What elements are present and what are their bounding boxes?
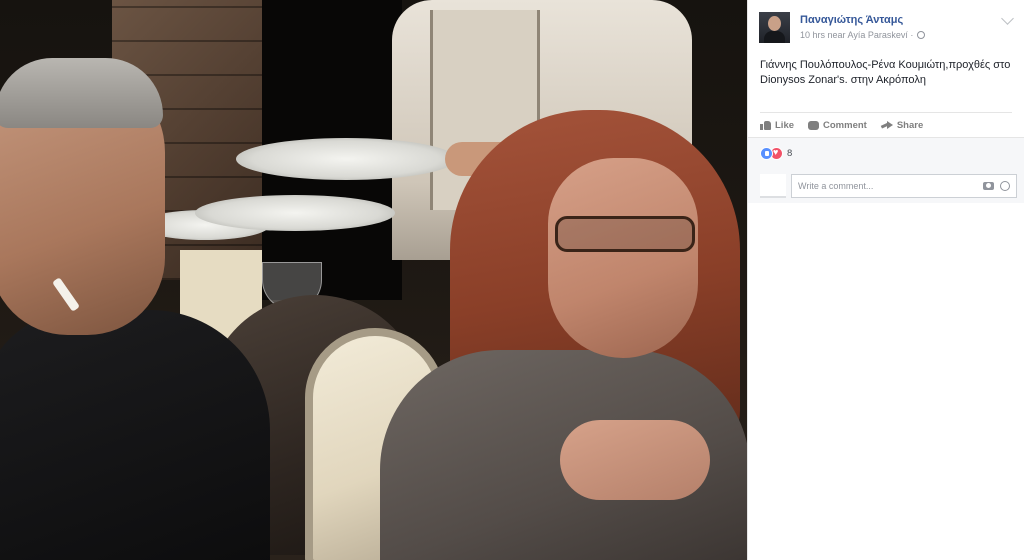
photo-man-body: [0, 310, 270, 560]
camera-icon[interactable]: [983, 182, 994, 190]
thumbs-up-icon: [760, 120, 771, 130]
post-timestamp-location[interactable]: 10 hrs near Ayía Paraskeví ·: [800, 30, 913, 40]
emoji-icon[interactable]: [1000, 181, 1010, 191]
comment-button[interactable]: Comment: [808, 120, 867, 131]
author-name-link[interactable]: Παναγιώτης Άνταμς: [800, 14, 903, 26]
reaction-count: 8: [787, 148, 793, 159]
post-photo[interactable]: [0, 0, 747, 560]
chevron-down-icon[interactable]: [1001, 12, 1014, 25]
comment-box[interactable]: [791, 174, 1017, 198]
post-sidebar: Παναγιώτης Άνταμς 10 hrs near Ayía Paras…: [747, 0, 1024, 560]
comment-icon: [808, 120, 820, 130]
like-button[interactable]: Like: [760, 120, 794, 131]
photo-woman-face: [548, 158, 698, 358]
photo-man-hair: [0, 58, 163, 128]
author-avatar[interactable]: [759, 12, 790, 43]
share-label: Share: [896, 119, 924, 131]
post-meta: 10 hrs near Ayía Paraskeví ·: [800, 30, 926, 40]
photo-woman-hand: [560, 420, 710, 500]
photo-woman-glasses: [555, 216, 695, 252]
share-icon: [881, 120, 893, 130]
comment-label: Comment: [823, 119, 867, 131]
post-text: Γιάννης Πουλόπουλος-Ρένα Κουμιώτη,προχθέ…: [760, 59, 1011, 86]
photo-plate: [195, 195, 395, 231]
globe-icon[interactable]: [917, 31, 926, 39]
photo-plate: [236, 138, 456, 180]
post-actions: Like Comment Share: [748, 113, 1024, 137]
post-header: Παναγιώτης Άνταμς 10 hrs near Ayía Paras…: [748, 0, 1024, 48]
comment-input[interactable]: [798, 181, 979, 191]
like-label: Like: [775, 119, 795, 131]
like-reaction-icon: [760, 147, 773, 160]
feedback-section: 8: [748, 137, 1024, 203]
reactions-summary[interactable]: 8: [760, 147, 792, 160]
commenter-avatar: [760, 174, 786, 198]
share-button[interactable]: Share: [881, 120, 923, 131]
